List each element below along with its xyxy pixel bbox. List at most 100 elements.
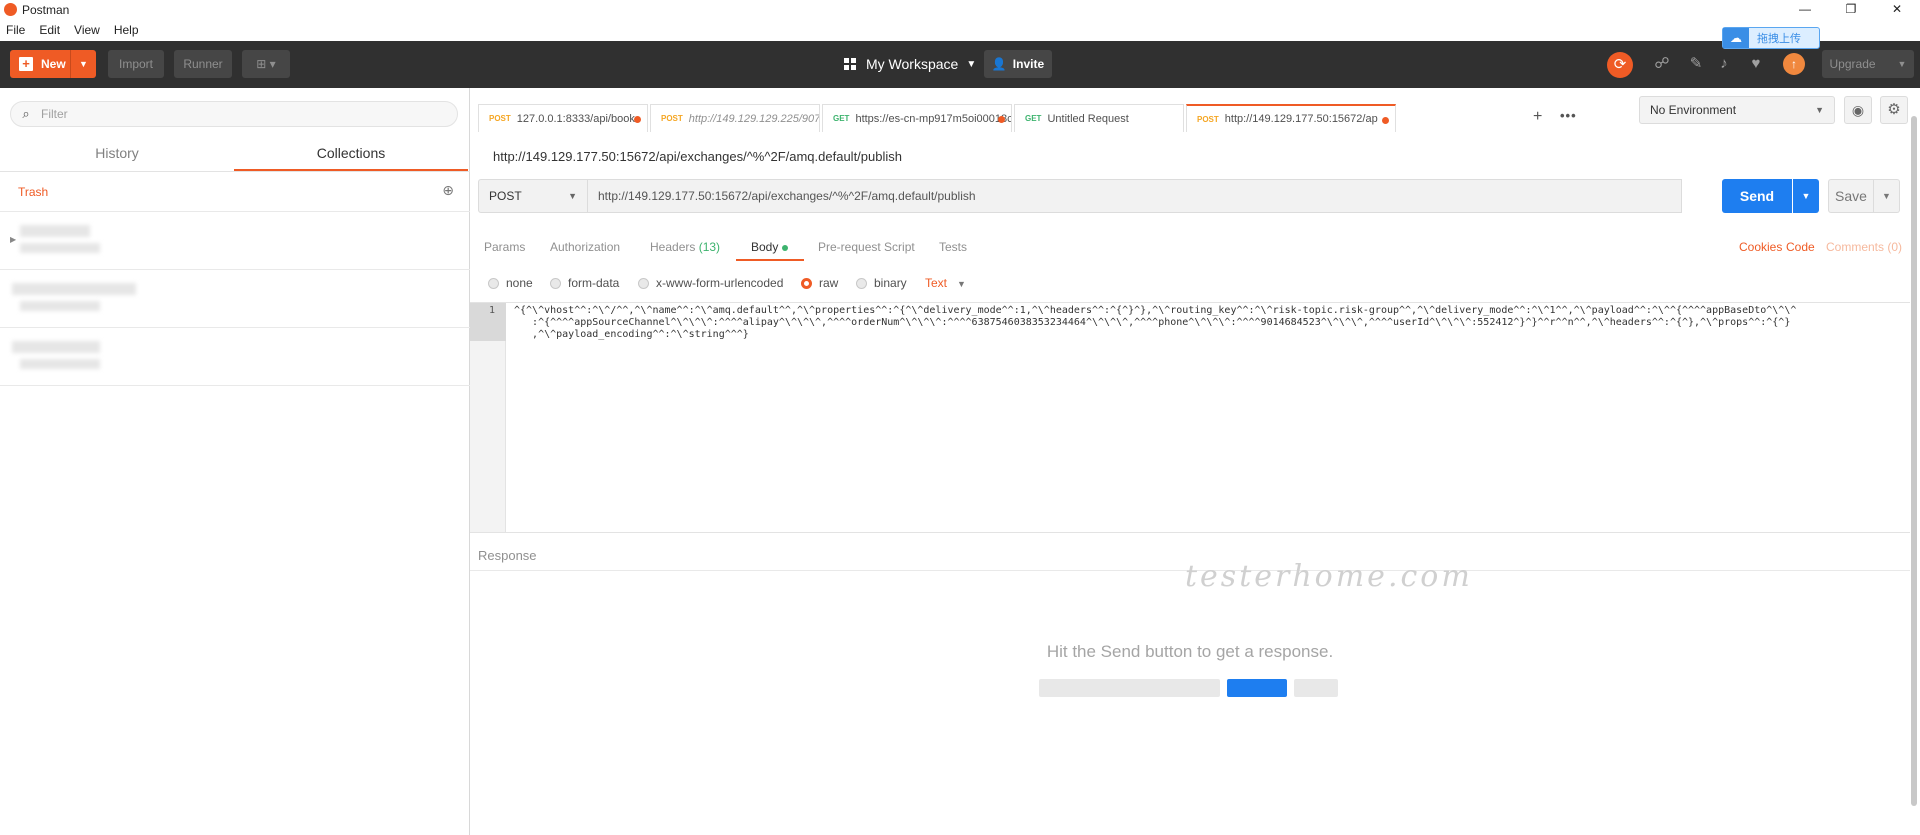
method-label: POST — [489, 189, 522, 203]
tab-collections[interactable]: Collections — [234, 136, 468, 171]
radio-raw[interactable]: raw — [801, 276, 838, 290]
collection-item[interactable] — [0, 271, 470, 328]
unsaved-dot-icon — [1382, 117, 1389, 124]
tab-prerequest-script[interactable]: Pre-request Script — [818, 240, 915, 254]
cookies-link[interactable]: Cookies — [1739, 240, 1782, 254]
tab-params[interactable]: Params — [484, 240, 525, 254]
new-collection-icon[interactable]: ⊕ — [442, 182, 454, 199]
request-tab[interactable]: GET https://es-cn-mp917m5oi00018c — [822, 104, 1012, 132]
url-input[interactable] — [588, 179, 1682, 213]
collection-item[interactable] — [0, 329, 470, 386]
grid-icon — [844, 58, 856, 70]
request-tab[interactable]: GET Untitled Request — [1014, 104, 1184, 132]
satellite-icon[interactable]: ☍ — [1652, 54, 1672, 74]
new-button[interactable]: + New ▼ — [10, 50, 96, 78]
menu-view[interactable]: View — [74, 23, 100, 37]
body-type-label: Text — [925, 276, 948, 290]
caret-down-icon: ▼ — [966, 58, 977, 70]
tab-history[interactable]: History — [0, 136, 234, 170]
menu-bar: File Edit View Help — [0, 19, 1920, 41]
tab-body[interactable]: Body — [751, 240, 789, 254]
environment-select[interactable]: No Environment ▼ — [1639, 96, 1835, 124]
menu-edit[interactable]: Edit — [39, 23, 60, 37]
radio-label: x-www-form-urlencoded — [656, 276, 784, 290]
trash-label: Trash — [18, 185, 49, 199]
comments-link[interactable]: Comments (0) — [1826, 240, 1902, 254]
code-content[interactable]: ^{^\^vhost^^:^\^/^^,^\^name^^:^\^amq.def… — [506, 303, 1904, 341]
send-options-icon[interactable]: ▼ — [1793, 179, 1819, 213]
add-tab-icon[interactable]: + — [1533, 108, 1542, 126]
tab-authorization[interactable]: Authorization — [550, 240, 620, 254]
sync-icon[interactable]: ⟳ — [1607, 52, 1633, 78]
import-button[interactable]: Import — [108, 50, 164, 78]
collection-item[interactable]: ▶ — [0, 213, 470, 270]
request-tab[interactable]: POST http://149.129.129.225/9070/api-ui — [650, 104, 820, 132]
upgrade-label: Upgrade — [1829, 57, 1876, 71]
wrench-icon[interactable]: ✎ — [1686, 54, 1706, 74]
close-icon[interactable]: ✕ — [1874, 0, 1920, 19]
body-editor[interactable]: 1 ^{^\^vhost^^:^\^/^^,^\^name^^:^\^amq.d… — [470, 302, 1910, 533]
unsaved-dot-icon — [998, 116, 1005, 123]
radio-binary[interactable]: binary — [856, 276, 907, 290]
menu-file[interactable]: File — [6, 23, 25, 37]
request-title: http://149.129.177.50:15672/api/exchange… — [493, 149, 902, 164]
response-label: Response — [478, 548, 537, 563]
chevron-down-icon: ▼ — [1815, 105, 1824, 115]
menu-help[interactable]: Help — [114, 23, 139, 37]
active-tab-underline — [736, 259, 804, 261]
avatar[interactable]: ↑ — [1783, 53, 1805, 75]
headers-count: (13) — [698, 240, 721, 254]
request-tab-label: 127.0.0.1:8333/api/book — [516, 112, 635, 125]
window-controls: — ❐ ✕ — [1782, 0, 1920, 19]
method-badge: GET — [833, 114, 850, 123]
chevron-down-icon[interactable]: ▼ — [70, 50, 96, 78]
radio-label: form-data — [568, 276, 620, 290]
line-gutter: 1 — [470, 303, 506, 532]
radio-urlencoded[interactable]: x-www-form-urlencoded — [638, 276, 783, 290]
save-button[interactable]: Save — [1828, 179, 1874, 213]
code-line: ,^\^payload_encoding^^:^\^string^^^} — [514, 329, 749, 340]
invite-button[interactable]: 👤 Invite — [984, 50, 1052, 78]
send-button[interactable]: Send — [1722, 179, 1792, 213]
trash-row[interactable]: Trash ⊕ — [0, 172, 470, 212]
tab-body-label: Body — [751, 240, 779, 254]
minimize-icon[interactable]: — — [1782, 0, 1828, 19]
method-badge: POST — [1197, 114, 1219, 124]
watermark: testerhome.com — [1185, 559, 1473, 594]
radio-none[interactable]: none — [488, 276, 533, 290]
eye-icon[interactable]: ◉ — [1844, 96, 1872, 124]
body-type-select[interactable]: Text ▼ — [925, 276, 966, 290]
heart-icon[interactable]: ♥ — [1746, 54, 1766, 74]
skeleton-bar — [1039, 679, 1220, 697]
request-tab-label: http://149.129.177.50:15672/ap — [1224, 113, 1378, 125]
bell-icon[interactable]: ♪ — [1714, 54, 1734, 74]
upgrade-button[interactable]: Upgrade ▼ — [1822, 50, 1914, 78]
chevron-down-icon: ▼ — [568, 191, 577, 201]
window-title-bar: Postman — ❐ ✕ — [0, 0, 1920, 19]
runner-button[interactable]: Runner — [174, 50, 232, 78]
window-title: Postman — [22, 2, 70, 17]
tab-headers[interactable]: Headers (13) — [650, 240, 720, 254]
upload-badge-label: 拖拽上传 — [1757, 33, 1801, 45]
scrollbar[interactable] — [1911, 116, 1917, 806]
more-tabs-icon[interactable]: ••• — [1560, 108, 1577, 123]
method-select[interactable]: POST ▼ — [478, 179, 588, 213]
radio-circle-icon — [856, 277, 867, 289]
radio-form-data[interactable]: form-data — [550, 276, 619, 290]
new-window-button[interactable]: ⊞ ▾ — [242, 50, 290, 78]
method-badge: POST — [489, 114, 511, 123]
maximize-icon[interactable]: ❐ — [1828, 0, 1874, 19]
gear-icon[interactable]: ⚙ — [1880, 96, 1908, 124]
tab-tests[interactable]: Tests — [939, 240, 967, 254]
filter-input[interactable]: ⌕ Filter — [10, 101, 458, 127]
code-line: :^{^^^^appSourceChannel^\^\^\^:^^^^alipa… — [514, 317, 1791, 328]
workspace-switcher[interactable]: My Workspace ▼ — [844, 50, 976, 78]
code-link[interactable]: Code — [1786, 240, 1815, 254]
request-tab[interactable]: POST 127.0.0.1:8333/api/book — [478, 104, 648, 132]
main-panel: POST 127.0.0.1:8333/api/book POST http:/… — [470, 88, 1920, 835]
save-options-icon[interactable]: ▼ — [1874, 179, 1900, 213]
request-tab-active[interactable]: POST http://149.129.177.50:15672/ap — [1186, 104, 1396, 132]
upload-badge[interactable]: ☁ 拖拽上传 — [1722, 27, 1820, 49]
tab-headers-label: Headers — [650, 240, 696, 254]
chevron-down-icon: ▼ — [1897, 59, 1907, 69]
